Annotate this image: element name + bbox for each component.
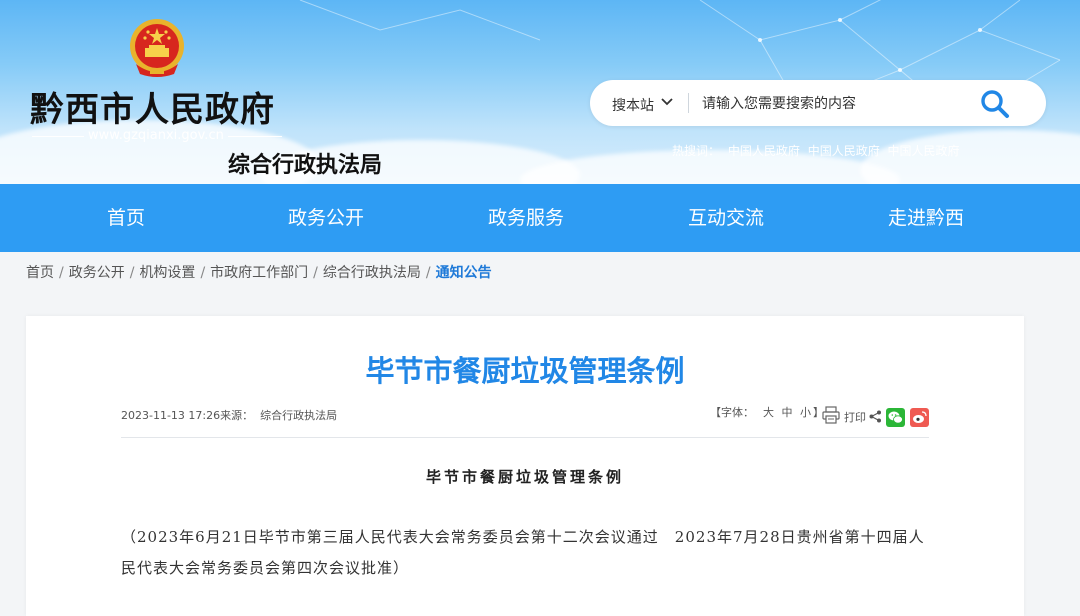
chevron-down-icon[interactable] <box>660 95 674 109</box>
breadcrumb-link[interactable]: 市政府工作部门 <box>210 265 308 281</box>
source-label: 来源： <box>220 409 254 422</box>
breadcrumb-link[interactable]: 政务公开 <box>69 265 125 281</box>
nav-item-gov-affairs[interactable]: 政务公开 <box>246 184 406 252</box>
breadcrumb-separator: / <box>200 265 206 281</box>
divider <box>32 136 84 137</box>
article-meta: 2023-11-13 17:26来源： 综合行政执法局 <box>121 407 337 423</box>
hot-search-term[interactable]: 中国人民政府 <box>728 144 800 158</box>
nav-item-interaction[interactable]: 互动交流 <box>646 184 806 252</box>
department-name: 综合行政执法局 <box>228 153 383 178</box>
main-nav: 首页 政务公开 政务服务 互动交流 走进黔西 <box>0 184 1080 252</box>
hot-search-label: 热搜词： <box>672 144 721 158</box>
source-name: 综合行政执法局 <box>260 409 338 422</box>
breadcrumb-separator: / <box>59 265 64 281</box>
search-box: 搜本站 <box>590 80 1046 126</box>
breadcrumb-link[interactable]: 综合行政执法局 <box>323 265 421 281</box>
print-button[interactable]: 打印 <box>844 409 866 425</box>
breadcrumb-separator: / <box>425 265 431 281</box>
breadcrumb-separator: / <box>313 265 318 281</box>
site-title[interactable]: 黔西市人民政府 <box>30 82 275 131</box>
font-size-tools: 【字体： 大 中 小】 <box>710 404 824 420</box>
printer-icon[interactable] <box>822 406 840 424</box>
nav-item-home[interactable]: 首页 <box>46 184 206 252</box>
wechat-icon[interactable] <box>886 408 905 427</box>
font-size-label: 【字体： <box>710 406 754 419</box>
font-size-large[interactable]: 大 <box>763 406 774 419</box>
site-url: www.gzqianxi.gov.cn <box>88 128 224 143</box>
breadcrumb-current[interactable]: 通知公告 <box>436 265 492 281</box>
font-size-medium[interactable]: 中 <box>782 406 793 419</box>
divider <box>121 437 929 438</box>
breadcrumb-link[interactable]: 机构设置 <box>139 265 195 281</box>
breadcrumb: 首页 / 政务公开 / 机构设置 / 市政府工作部门 / 综合行政执法局 / 通知公告 <box>26 262 492 282</box>
divider <box>688 93 689 113</box>
font-size-small[interactable]: 小 <box>800 406 811 419</box>
site-header: 黔西市人民政府 www.gzqianxi.gov.cn 综合行政执法局 搜本站 … <box>0 0 1080 184</box>
divider <box>228 136 282 137</box>
breadcrumb-link[interactable]: 首页 <box>26 265 54 281</box>
search-input[interactable] <box>700 90 954 118</box>
weibo-icon[interactable] <box>910 408 929 427</box>
search-scope-select[interactable]: 搜本站 <box>612 95 654 115</box>
search-icon[interactable] <box>978 87 1012 121</box>
article-intro: （2023年6月21日毕节市第三届人民代表大会常务委员会第十二次会议通过 202… <box>121 528 925 577</box>
hot-search-term[interactable]: 中国人民政府 <box>808 144 880 158</box>
hot-search-term[interactable]: 中国人民政府 <box>888 144 960 158</box>
share-icon[interactable] <box>869 410 882 423</box>
nav-item-gov-services[interactable]: 政务服务 <box>446 184 606 252</box>
national-emblem-icon <box>130 19 184 77</box>
breadcrumb-separator: / <box>129 265 135 281</box>
nav-item-about-qianxi[interactable]: 走进黔西 <box>846 184 1006 252</box>
hot-search: 热搜词： 中国人民政府 中国人民政府 中国人民政府 <box>672 142 964 159</box>
publish-datetime: 2023-11-13 17:26 <box>121 409 221 422</box>
article-title: 毕节市餐厨垃圾管理条例 <box>365 354 685 388</box>
body-title: 毕节市餐厨垃圾管理条例 <box>425 468 624 486</box>
article-card: 毕节市餐厨垃圾管理条例 2023-11-13 17:26来源： 综合行政执法局 … <box>26 316 1024 616</box>
